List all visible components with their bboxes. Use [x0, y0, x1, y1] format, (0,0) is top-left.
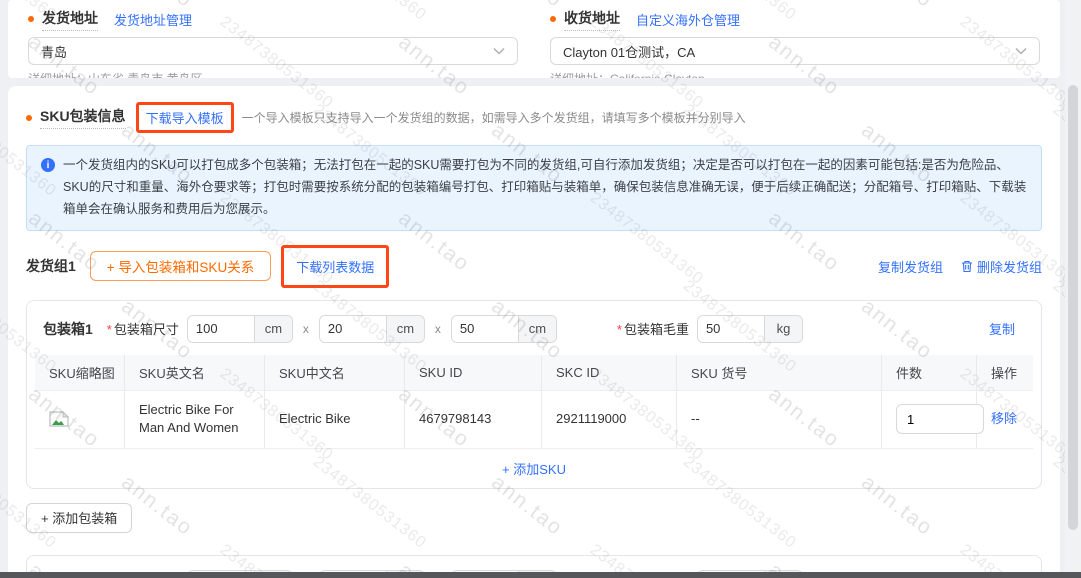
add-sku-row: + 添加SKU — [35, 448, 1033, 488]
add-packing-box-button[interactable]: + 添加包装箱 — [26, 503, 132, 533]
add-sku-link[interactable]: + 添加SKU — [502, 459, 566, 478]
packing-box-1-title: 包装箱1 — [43, 319, 93, 339]
window-bottom-edge — [0, 572, 1081, 578]
sku-packing-title: SKU包装信息 — [40, 106, 126, 129]
download-import-template-link[interactable]: 下载导入模板 — [146, 108, 224, 127]
trash-icon — [961, 260, 973, 273]
header-skc-id: SKC ID — [542, 355, 677, 390]
sku-packing-section: SKU包装信息 下载导入模板 一个导入模板只支持导入一个发货组的数据，如需导入多… — [8, 86, 1060, 578]
receiving-address-column: 收货地址 自定义海外仓管理 Clayton 01仓测试，CA 详细地址：Cali… — [550, 8, 1040, 78]
shipping-group-header: 发货组1 + 导入包装箱和SKU关系 下载列表数据 复制发货组 删除发货组 — [26, 245, 1042, 288]
broken-image-icon — [49, 411, 69, 427]
header-sku-name-en: SKU英文名 — [125, 355, 265, 390]
receiving-address-detail: 详细地址：California Clayton — [550, 70, 1040, 78]
box1-height-field: cm — [451, 315, 557, 343]
import-template-hint: 一个导入模板只支持导入一个发货组的数据，如需导入多个发货组，请填写多个模板并分别… — [242, 109, 746, 126]
download-list-data-link[interactable]: 下载列表数据 — [296, 257, 374, 276]
sku-thumbnail-cell — [35, 390, 125, 448]
bullet-icon — [26, 115, 32, 121]
shipping-address-select[interactable]: 青岛 — [28, 37, 518, 65]
actions-cell: 移除 — [977, 390, 1033, 448]
manage-shipping-address-link[interactable]: 发货地址管理 — [114, 10, 192, 29]
box1-weight-input[interactable] — [698, 316, 764, 342]
sku-id-cell: 4679798143 — [405, 390, 542, 448]
copy-box1-link[interactable]: 复制 — [989, 319, 1015, 338]
notice-text: 一个发货组内的SKU可以打包成多个包装箱；无法打包在一起的SKU需要打包为不同的… — [63, 155, 1027, 221]
box-weight-label: *包装箱毛重 — [617, 319, 689, 338]
sku-name-en-cell: Electric Bike For Man And Women — [125, 390, 265, 448]
header-quantity: 件数 — [882, 355, 977, 390]
cm-unit-label: cm — [254, 316, 292, 342]
header-sku-code: SKU 货号 — [677, 355, 882, 390]
annotation-box: 下载列表数据 — [281, 245, 389, 288]
box-dimensions-label: *包装箱尺寸 — [107, 319, 179, 338]
chevron-down-icon — [1015, 47, 1027, 55]
receiving-address-selected: Clayton 01仓测试，CA — [563, 42, 695, 61]
remove-sku-link[interactable]: 移除 — [991, 410, 1017, 428]
scrollbar-track[interactable] — [1065, 0, 1081, 578]
address-section: 发货地址 发货地址管理 青岛 详细地址：山东省 青岛市 黄岛区 收货地址 自定义… — [8, 0, 1060, 78]
table-header-row: SKU缩略图 SKU英文名 SKU中文名 SKU ID SKC ID SKU 货… — [35, 355, 1033, 390]
info-icon: i — [41, 158, 55, 172]
dimension-separator: x — [303, 322, 309, 336]
shipping-address-title: 发货地址 — [42, 8, 98, 31]
copy-shipping-group-link[interactable]: 复制发货组 — [878, 257, 943, 276]
shipping-address-column: 发货地址 发货地址管理 青岛 详细地址：山东省 青岛市 黄岛区 — [28, 8, 518, 78]
import-boxes-sku-button[interactable]: + 导入包装箱和SKU关系 — [90, 251, 271, 281]
header-sku-id: SKU ID — [405, 355, 542, 390]
shipping-address-detail: 详细地址：山东省 青岛市 黄岛区 — [28, 70, 518, 78]
bullet-icon — [550, 16, 556, 22]
box1-height-input[interactable] — [452, 316, 518, 342]
packing-box-1-card: 包装箱1 *包装箱尺寸 cm x cm x cm *包装箱毛重 — [26, 300, 1042, 489]
skc-id-cell: 2921119000 — [542, 390, 677, 448]
shipping-address-selected: 青岛 — [41, 42, 67, 61]
receiving-address-select[interactable]: Clayton 01仓测试，CA — [550, 37, 1040, 65]
box1-weight-field: kg — [697, 315, 803, 343]
page: 发货地址 发货地址管理 青岛 详细地址：山东省 青岛市 黄岛区 收货地址 自定义… — [0, 0, 1081, 578]
box1-length-input[interactable] — [188, 316, 254, 342]
header-sku-name-cn: SKU中文名 — [265, 355, 405, 390]
cm-unit-label: cm — [518, 316, 556, 342]
sku-code-cell: -- — [677, 390, 882, 448]
chevron-down-icon — [493, 47, 505, 55]
quantity-input[interactable] — [896, 404, 984, 434]
delete-shipping-group-link[interactable]: 删除发货组 — [961, 257, 1042, 276]
box1-width-input[interactable] — [320, 316, 386, 342]
sku-name-cn-cell: Electric Bike — [265, 390, 405, 448]
notice-banner: i 一个发货组内的SKU可以打包成多个包装箱；无法打包在一起的SKU需要打包为不… — [26, 145, 1042, 231]
box1-length-field: cm — [187, 315, 293, 343]
header-sku-thumbnail: SKU缩略图 — [35, 355, 125, 390]
manage-overseas-warehouse-link[interactable]: 自定义海外仓管理 — [636, 10, 740, 29]
box1-sku-table: SKU缩略图 SKU英文名 SKU中文名 SKU ID SKC ID SKU 货… — [35, 355, 1033, 488]
receiving-address-title: 收货地址 — [564, 8, 620, 31]
scrollbar-thumb[interactable] — [1068, 85, 1078, 530]
header-actions: 操作 — [977, 355, 1033, 390]
table-row: Electric Bike For Man And Women Electric… — [35, 390, 1033, 448]
kg-unit-label: kg — [764, 316, 802, 342]
cm-unit-label: cm — [386, 316, 424, 342]
dimension-separator: x — [435, 322, 441, 336]
shipping-group-title: 发货组1 — [26, 256, 76, 276]
box1-width-field: cm — [319, 315, 425, 343]
bullet-icon — [28, 16, 34, 22]
annotation-box: 下载导入模板 — [136, 102, 234, 133]
quantity-cell — [882, 390, 977, 448]
